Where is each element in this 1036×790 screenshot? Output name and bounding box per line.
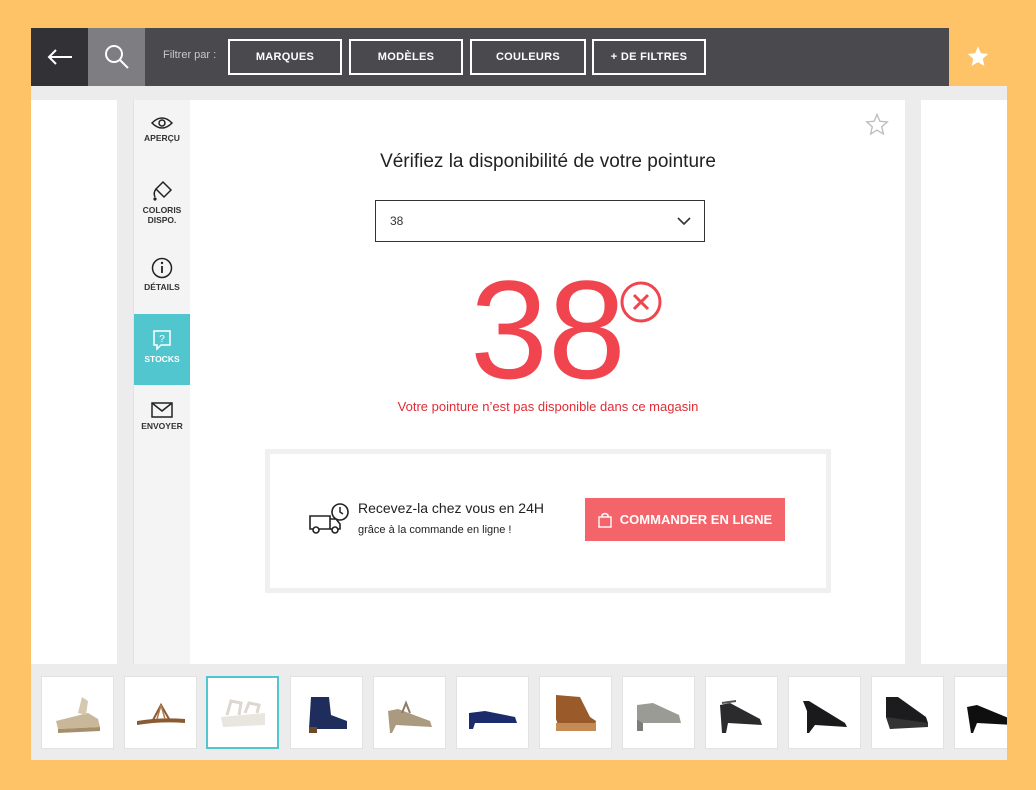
pump-black-image — [966, 704, 1007, 733]
sidenav-item-envoyer[interactable]: ENVOYER — [134, 402, 190, 458]
product-thumbnail[interactable] — [622, 676, 695, 749]
more-filters-button[interactable]: + DE FILTRES — [592, 39, 706, 75]
star-icon — [967, 46, 989, 66]
star-outline-icon — [865, 112, 889, 136]
chevron-down-icon — [677, 217, 691, 226]
filter-label: Filtrer par : — [163, 49, 217, 61]
sidenav-item-coloris[interactable]: COLORIS DISPO. — [134, 180, 190, 240]
stock-question-icon: ? — [153, 330, 171, 351]
arrow-left-icon — [47, 49, 72, 65]
svg-text:?: ? — [159, 334, 165, 345]
unavailable-icon — [619, 280, 663, 329]
product-sidenav: APERÇU COLORIS DISPO. DÉTAILS ? STOCKS E… — [134, 100, 190, 664]
info-icon — [151, 257, 173, 279]
top-bar: Filtrer par : MARQUES MODÈLES COULEURS +… — [31, 28, 1007, 86]
previous-product-card[interactable] — [31, 100, 117, 664]
ankle-strap-sandal-image — [719, 699, 762, 733]
tstrap-pump-image — [387, 699, 432, 733]
product-thumbnail-selected[interactable] — [206, 676, 279, 749]
filter-colors-button[interactable]: COULEURS — [470, 39, 586, 75]
add-favorite-button[interactable] — [865, 112, 889, 142]
product-thumbnail[interactable] — [373, 676, 446, 749]
back-button[interactable] — [31, 28, 88, 86]
filter-brands-button[interactable]: MARQUES — [228, 39, 342, 75]
product-thumbnail[interactable] — [705, 676, 778, 749]
order-online-button-label: COMMANDER EN LIGNE — [619, 512, 773, 527]
order-title: Recevez-la chez vous en 24H — [358, 500, 544, 516]
product-thumbnail[interactable] — [788, 676, 861, 749]
search-button[interactable] — [88, 28, 145, 86]
product-thumbnail[interactable] — [871, 676, 944, 749]
wedge-sandal-black-image — [885, 696, 928, 729]
low-pump-image — [468, 710, 517, 729]
sidenav-item-label: ENVOYER — [141, 421, 183, 431]
availability-heading: Vérifiez la disponibilité de votre point… — [380, 151, 716, 172]
sidenav-item-apercu[interactable]: APERÇU — [134, 116, 190, 176]
sidenav-item-label: APERÇU — [144, 133, 180, 143]
search-icon — [104, 45, 129, 69]
woven-platform-sandal-image — [555, 694, 596, 731]
order-online-button[interactable]: COMMANDER EN LIGNE — [585, 498, 785, 541]
unavailable-message: Votre pointure n’est pas disponible dans… — [397, 399, 699, 414]
favorites-button[interactable] — [949, 28, 1007, 86]
sidenav-item-label: STOCKS — [144, 354, 180, 364]
wedge-sandal-image — [220, 698, 265, 727]
sidenav-item-label: DÉTAILS — [144, 282, 180, 292]
order-subtitle: grâce à la commande en ligne ! — [358, 524, 512, 536]
size-display: 38 — [470, 251, 626, 408]
product-thumbnail[interactable] — [41, 676, 114, 749]
size-select-value: 38 — [390, 214, 404, 228]
sidenav-item-stocks[interactable]: ? STOCKS — [134, 314, 190, 385]
flat-sandal-image — [136, 702, 185, 725]
paint-bucket-icon — [153, 180, 173, 201]
eye-icon — [151, 117, 173, 129]
envelope-icon — [151, 402, 173, 418]
ankle-strap-heel-image — [802, 700, 847, 733]
product-thumbnail-strip — [31, 664, 1007, 760]
espadrille-sandal-image — [55, 696, 100, 733]
order-online-panel: Recevez-la chez vous en 24H grâce à la c… — [265, 449, 831, 593]
product-thumbnail[interactable] — [290, 676, 363, 749]
size-select[interactable]: 38 — [375, 200, 705, 242]
next-product-card[interactable] — [921, 100, 1007, 664]
filter-models-button[interactable]: MODÈLES — [349, 39, 463, 75]
product-card: APERÇU COLORIS DISPO. DÉTAILS ? STOCKS E… — [133, 100, 905, 664]
delivery-truck-icon — [309, 503, 349, 534]
product-thumbnail[interactable] — [124, 676, 197, 749]
sidenav-item-details[interactable]: DÉTAILS — [134, 257, 190, 313]
app-screen: Filtrer par : MARQUES MODÈLES COULEURS +… — [31, 28, 1007, 760]
shopping-bag-icon — [598, 512, 612, 528]
wedge-pump-image — [636, 702, 681, 731]
sidenav-item-label: COLORIS DISPO. — [142, 205, 182, 225]
product-thumbnail[interactable] — [539, 676, 612, 749]
product-thumbnail[interactable] — [456, 676, 529, 749]
ankle-boot-image — [308, 696, 347, 733]
product-thumbnail[interactable] — [954, 676, 1007, 749]
